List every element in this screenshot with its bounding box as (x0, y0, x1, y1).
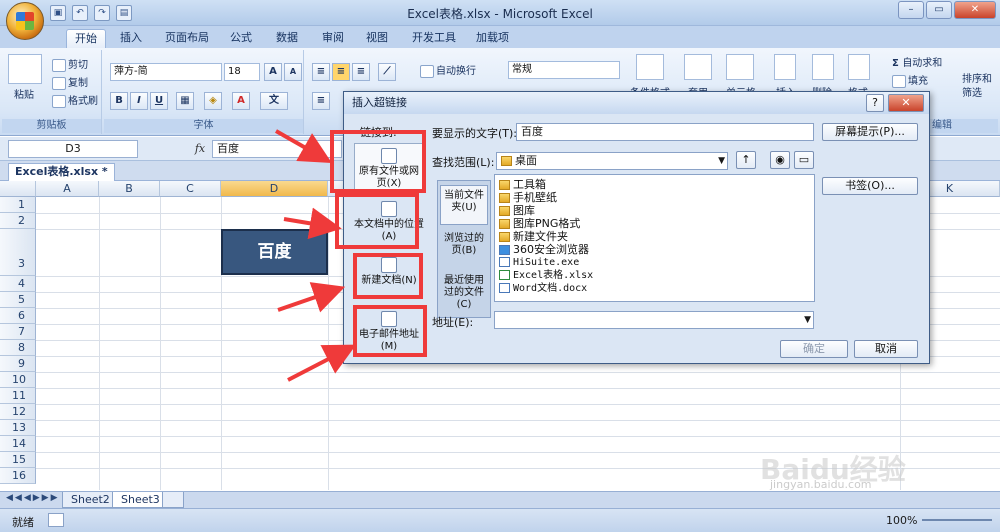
red-arrow-icon (287, 344, 357, 382)
office-button[interactable] (6, 2, 44, 40)
annotation-arrows (275, 129, 357, 382)
red-arrow-icon (275, 129, 332, 163)
office-logo-icon (16, 12, 34, 30)
red-arrow-icon (277, 282, 346, 313)
red-arrow-icon (283, 207, 342, 240)
